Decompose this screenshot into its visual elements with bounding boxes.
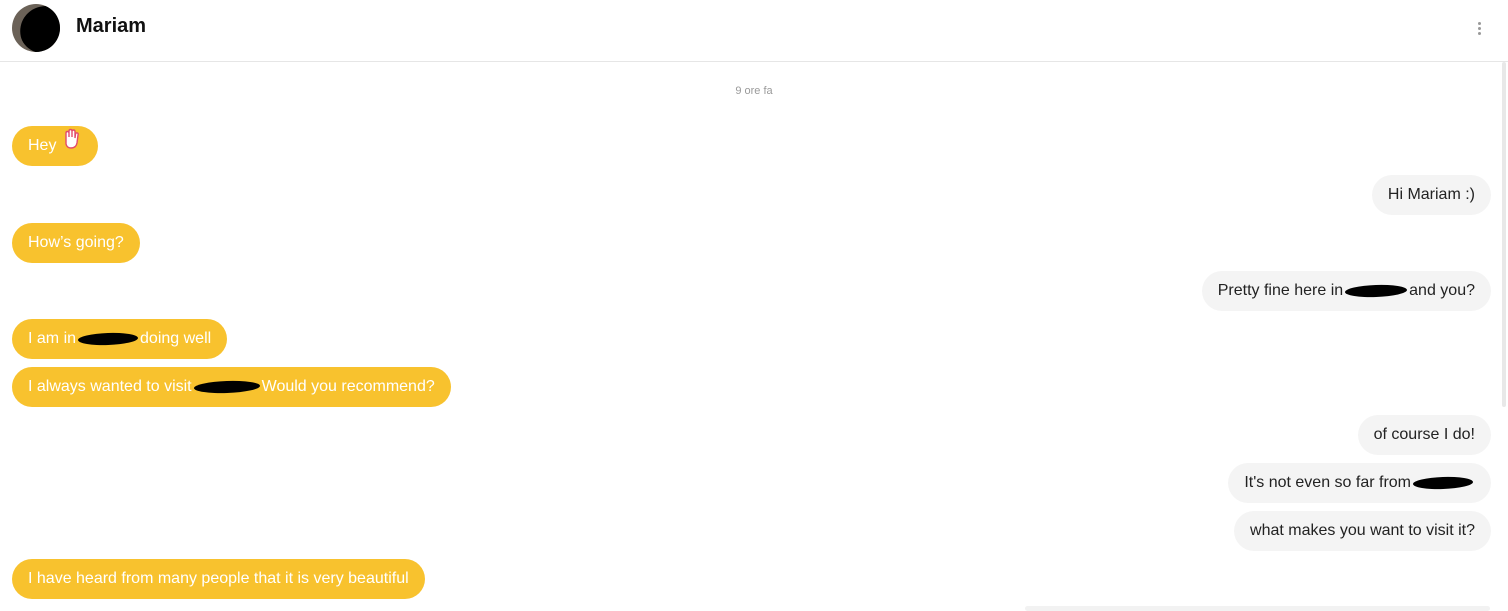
avatar[interactable] [12, 4, 60, 52]
redaction-mark [1412, 475, 1474, 490]
message-bubble-incoming[interactable]: Hey [12, 126, 99, 166]
redaction-mark [77, 331, 139, 346]
message-bubble-incoming[interactable]: I am in doing well [12, 319, 228, 359]
message-text: It's not even so far from [1244, 474, 1411, 491]
message-text: Hi Mariam :) [1387, 186, 1475, 203]
message-text: and you? [1409, 282, 1475, 299]
message-timestamp: 9 ore fa [735, 85, 773, 97]
message-text: doing well [140, 330, 212, 347]
message-bubble-outgoing[interactable]: It's not even so far from [1228, 463, 1491, 503]
message-bubble-incoming[interactable]: I have heard from many people that it is… [12, 559, 425, 599]
message-text: Would you recommend? [261, 378, 435, 395]
contact-name[interactable]: Mariam [76, 15, 146, 38]
message-text: of course I do! [1373, 426, 1475, 443]
message-text: Hey [28, 137, 57, 155]
message-text: I have heard from many people that it is… [28, 570, 409, 587]
message-text: what makes you want to visit it? [1250, 522, 1475, 539]
message-text: I always wanted to visit [28, 378, 192, 395]
more-vertical-icon[interactable] [1470, 16, 1490, 40]
message-bubble-incoming[interactable]: I always wanted to visit Would you recomm… [12, 367, 451, 407]
message-text: How’s going? [28, 234, 124, 251]
redaction-mark [193, 379, 260, 394]
message-bubble-incoming[interactable]: How’s going? [12, 223, 140, 263]
message-bubble-outgoing[interactable]: Pretty fine here in and you? [1201, 271, 1491, 311]
message-bubble-outgoing[interactable]: of course I do! [1357, 415, 1491, 455]
scrollbar[interactable] [1502, 62, 1506, 407]
redaction-mark [1344, 283, 1408, 298]
message-input-edge[interactable] [1025, 606, 1490, 611]
message-text: Pretty fine here in [1217, 282, 1344, 299]
message-bubble-outgoing[interactable]: Hi Mariam :) [1371, 175, 1491, 215]
message-text: I am in [28, 330, 77, 347]
chat-header: Mariam [0, 0, 1508, 62]
waving-hand-icon [62, 126, 82, 166]
avatar-redaction [15, 4, 60, 52]
message-bubble-outgoing[interactable]: what makes you want to visit it? [1234, 511, 1491, 551]
